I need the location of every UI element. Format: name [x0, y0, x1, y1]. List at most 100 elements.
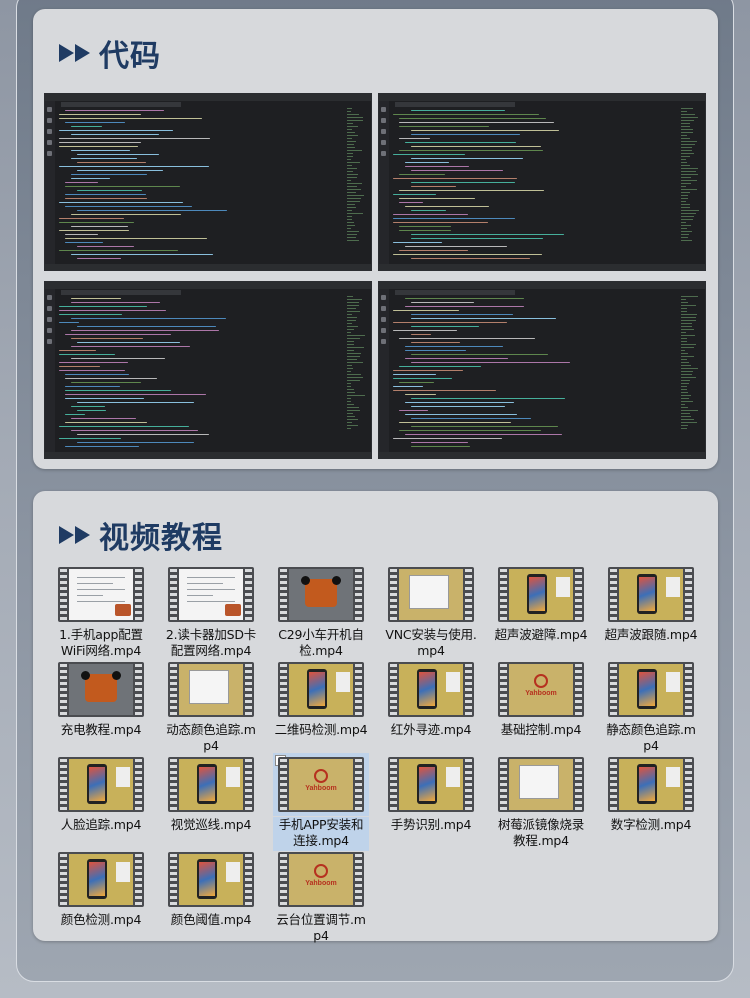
film-strip-icon	[168, 662, 254, 717]
video-file-name[interactable]: 静态颜色追踪.mp4	[603, 722, 699, 756]
video-file-name[interactable]: 红外寻迹.mp4	[383, 722, 479, 740]
video-file-item[interactable]: 2.读卡器加SD卡配置网络.mp4	[163, 563, 259, 661]
video-thumbnail[interactable]	[603, 753, 699, 816]
video-file-item[interactable]: Yahboom 手机APP安装和连接.mp4	[273, 753, 369, 851]
video-thumbnail[interactable]	[383, 658, 479, 721]
logo-text: Yahboom	[305, 880, 337, 887]
video-file-item[interactable]: 二维码检测.mp4	[273, 658, 369, 740]
video-thumbnail[interactable]	[603, 658, 699, 721]
video-file-name[interactable]: 二维码检测.mp4	[273, 722, 369, 740]
video-file-name[interactable]: 人脸追踪.mp4	[53, 817, 149, 835]
video-file-name[interactable]: VNC安装与使用.mp4	[383, 627, 479, 661]
video-thumbnail[interactable]	[383, 563, 479, 626]
film-strip-icon	[168, 757, 254, 812]
video-thumbnail[interactable]	[53, 753, 149, 816]
video-thumbnail[interactable]	[163, 563, 259, 626]
logo-text: Yahboom	[305, 785, 337, 792]
video-file-item[interactable]: VNC安装与使用.mp4	[383, 563, 479, 661]
film-strip-icon	[498, 757, 584, 812]
video-file-name[interactable]: C29小车开机自检.mp4	[273, 627, 369, 661]
video-thumbnail[interactable]	[163, 848, 259, 911]
video-file-item[interactable]: 人脸追踪.mp4	[53, 753, 149, 835]
video-file-item[interactable]: 静态颜色追踪.mp4	[603, 658, 699, 756]
video-thumbnail[interactable]	[163, 658, 259, 721]
video-file-item[interactable]: 超声波跟随.mp4	[603, 563, 699, 645]
film-strip-icon: Yahboom	[278, 852, 364, 907]
video-thumbnail[interactable]	[493, 563, 589, 626]
video-file-item[interactable]: 数字检测.mp4	[603, 753, 699, 835]
video-file-item[interactable]: 颜色阈值.mp4	[163, 848, 259, 930]
code-screenshot	[44, 93, 372, 271]
code-screenshots	[44, 93, 707, 459]
video-file-name[interactable]: 动态颜色追踪.mp4	[163, 722, 259, 756]
video-file-name[interactable]: 树莓派镜像烧录教程.mp4	[493, 817, 589, 851]
video-file-name[interactable]: 颜色阈值.mp4	[163, 912, 259, 930]
video-file-item[interactable]: 颜色检测.mp4	[53, 848, 149, 930]
video-thumbnail[interactable]	[273, 658, 369, 721]
film-strip-icon	[58, 757, 144, 812]
video-file-item[interactable]: C29小车开机自检.mp4	[273, 563, 369, 661]
video-file-name[interactable]: 充电教程.mp4	[53, 722, 149, 740]
video-file-name[interactable]: 云台位置调节.mp4	[273, 912, 369, 946]
video-thumbnail[interactable]: Yahboom	[273, 848, 369, 911]
film-strip-icon	[168, 852, 254, 907]
code-screenshot	[378, 281, 706, 459]
video-file-name[interactable]: 视觉巡线.mp4	[163, 817, 259, 835]
video-file-item[interactable]: Yahboom 基础控制.mp4	[493, 658, 589, 740]
video-thumbnail[interactable]	[603, 563, 699, 626]
video-file-name[interactable]: 数字检测.mp4	[603, 817, 699, 835]
film-strip-icon	[168, 567, 254, 622]
video-file-name[interactable]: 超声波跟随.mp4	[603, 627, 699, 645]
video-file-name[interactable]: 颜色检测.mp4	[53, 912, 149, 930]
double-arrow-icon	[59, 44, 91, 62]
video-file-item[interactable]: Yahboom 云台位置调节.mp4	[273, 848, 369, 946]
film-strip-icon	[608, 567, 694, 622]
code-section: 代码	[33, 9, 718, 469]
film-strip-icon	[388, 662, 474, 717]
film-strip-icon	[278, 662, 364, 717]
video-file-item[interactable]: 动态颜色追踪.mp4	[163, 658, 259, 756]
video-thumbnail[interactable]	[53, 563, 149, 626]
video-thumbnail[interactable]	[383, 753, 479, 816]
film-strip-icon: Yahboom	[278, 757, 364, 812]
code-screenshot	[44, 281, 372, 459]
film-strip-icon	[498, 567, 584, 622]
video-thumbnail[interactable]: Yahboom	[493, 658, 589, 721]
double-arrow-icon	[59, 526, 91, 544]
film-strip-icon	[388, 567, 474, 622]
video-section-title: 视频教程	[59, 513, 223, 557]
video-file-name[interactable]: 超声波避障.mp4	[493, 627, 589, 645]
video-file-item[interactable]: 超声波避障.mp4	[493, 563, 589, 645]
video-file-name[interactable]: 基础控制.mp4	[493, 722, 589, 740]
video-title-text: 视频教程	[99, 521, 223, 556]
video-file-item[interactable]: 手势识别.mp4	[383, 753, 479, 835]
code-title-text: 代码	[99, 39, 161, 74]
video-thumbnail[interactable]	[273, 563, 369, 626]
film-strip-icon	[608, 757, 694, 812]
video-thumbnail[interactable]: Yahboom	[273, 753, 369, 816]
code-screenshot	[378, 93, 706, 271]
video-file-item[interactable]: 充电教程.mp4	[53, 658, 149, 740]
film-strip-icon	[58, 852, 144, 907]
film-strip-icon	[58, 662, 144, 717]
film-strip-icon: Yahboom	[498, 662, 584, 717]
video-section: 视频教程 1.手机app配置WiFi网络.mp4 2.读卡器加SD卡配置网络.mp…	[33, 491, 718, 943]
video-file-name[interactable]: 1.手机app配置WiFi网络.mp4	[53, 627, 149, 661]
film-strip-icon	[388, 757, 474, 812]
logo-text: Yahboom	[525, 690, 557, 697]
film-strip-icon	[608, 662, 694, 717]
video-file-item[interactable]: 红外寻迹.mp4	[383, 658, 479, 740]
film-strip-icon	[58, 567, 144, 622]
video-file-name[interactable]: 手机APP安装和连接.mp4	[273, 817, 369, 851]
video-file-item[interactable]: 视觉巡线.mp4	[163, 753, 259, 835]
video-thumbnail[interactable]	[53, 658, 149, 721]
video-thumbnail[interactable]	[53, 848, 149, 911]
code-section-title: 代码	[59, 31, 161, 75]
video-file-item[interactable]: 树莓派镜像烧录教程.mp4	[493, 753, 589, 851]
video-file-name[interactable]: 2.读卡器加SD卡配置网络.mp4	[163, 627, 259, 661]
video-file-name[interactable]: 手势识别.mp4	[383, 817, 479, 835]
film-strip-icon	[278, 567, 364, 622]
video-thumbnail[interactable]	[493, 753, 589, 816]
video-file-item[interactable]: 1.手机app配置WiFi网络.mp4	[53, 563, 149, 661]
video-thumbnail[interactable]	[163, 753, 259, 816]
